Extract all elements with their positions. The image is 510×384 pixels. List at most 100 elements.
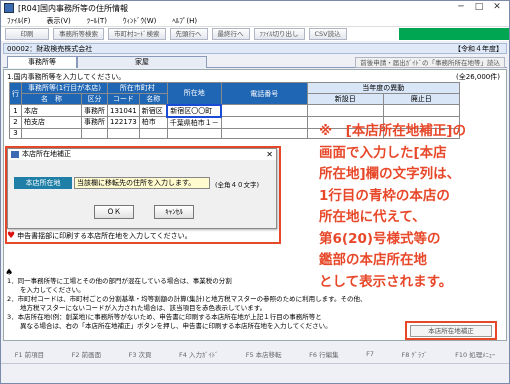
import-guide-button[interactable]: 前後申請・届出ｶﾞｲﾄﾞの「事務所所在地等」読込	[355, 57, 505, 68]
fkey-f8[interactable]: F8 ｸﾞﾗﾌﾞ	[401, 349, 427, 359]
city-cell[interactable]	[138, 127, 168, 139]
office-name-cell[interactable]	[21, 127, 82, 139]
menu-window[interactable]: ｳｨﾝﾄﾞｳ(W)	[123, 16, 156, 26]
company-name: 00002：財政検売株式会社	[7, 44, 93, 53]
app-icon	[4, 3, 14, 13]
office-name-cell[interactable]: 本店	[21, 104, 82, 117]
start-cell[interactable]	[306, 104, 384, 117]
fiscal-year: 【令和４年度】	[454, 44, 503, 53]
honten-button-highlight: 本店所在地補正	[405, 321, 497, 340]
code-cell[interactable]: 131041	[107, 104, 140, 117]
maximize-icon[interactable]: □	[471, 2, 487, 13]
fkey-f1[interactable]: F1 前項目	[15, 349, 44, 359]
note-line: 1．同一事務所等に工場とその他の部門が混在している場合は、事業税の分割	[7, 277, 232, 285]
callout-line: 鑑部の本店所在地	[319, 252, 427, 268]
phone-cell[interactable]	[220, 104, 308, 117]
callout-line: 画面で入力した[本店	[319, 144, 447, 161]
menu-tools[interactable]: ﾂｰﾙ(T)	[87, 16, 107, 26]
menu-help[interactable]: ﾍﾙﾌﾟ(H)	[172, 16, 197, 26]
dialog-close-icon[interactable]: ✕	[266, 149, 273, 160]
code-cell[interactable]	[107, 127, 140, 139]
cancel-button[interactable]: ｷｬﾝｾﾙ	[154, 205, 194, 219]
col-end: 廃止日	[382, 93, 460, 105]
row-no: 3	[9, 127, 22, 139]
char-limit-note: (全角４０文字)	[215, 181, 260, 189]
note-line: 2．市町村コードは、市町村ごとの分割基準・均等割額の計算(集計)と地方税マスター…	[7, 295, 367, 303]
col-code: コード	[107, 93, 140, 105]
record-count: (全26,000件)	[456, 73, 500, 81]
note-line: 3．本店所在地(例：創業地)に事務所等がないため、申告書に印刷する本店所在地が上…	[7, 313, 322, 321]
address-cell[interactable]	[166, 127, 222, 139]
hint-line: ♥ 申告書揺部に印刷する本店所在地を入力してください。	[7, 231, 192, 241]
window-title: [R04]国内事務所等の住所情報	[18, 3, 128, 13]
minimize-icon[interactable]: ─	[453, 2, 469, 13]
fkey-f6[interactable]: F6 行編集	[309, 349, 338, 359]
end-cell[interactable]	[382, 104, 460, 117]
address-cell[interactable]: 千葉県柏市１－	[166, 116, 222, 129]
fkey-f10[interactable]: F10 処理ﾒﾆｭｰ	[455, 349, 495, 359]
head-office-address-correction-button[interactable]: 本店所在地補正	[410, 325, 492, 337]
col-phone: 電話番号	[220, 82, 308, 105]
code-cell[interactable]: 122173	[107, 116, 140, 129]
col-change: 当年度の異動	[306, 82, 460, 94]
head-office-address-input[interactable]: 当該欄に移転先の住所を入力します。	[74, 177, 210, 189]
callout-line: 1行目の青枠の本店の	[319, 187, 450, 204]
city-cell[interactable]: 柏市	[138, 116, 168, 129]
fkey-f3[interactable]: F3 次頁	[129, 349, 152, 359]
col-city: 所在市町村	[107, 82, 168, 94]
city-cell[interactable]: 新宿区	[138, 104, 168, 117]
title-bar: [R04]国内事務所等の住所情報 ─ □ ✕	[1, 1, 509, 15]
head-office-address-cell[interactable]: 新宿区〇〇町	[166, 103, 223, 118]
tab-strip: 事務所等 家屋 前後申請・届出ｶﾞｲﾄﾞの「事務所所在地等」読込	[3, 56, 507, 68]
phone-cell[interactable]	[220, 127, 308, 139]
tab-offices[interactable]: 事務所等	[7, 56, 77, 68]
file-export-button[interactable]: ﾌｧｲﾙ切り出し	[253, 28, 305, 40]
menu-bar: ﾌｧｲﾙ(F) 表示(V) ﾂｰﾙ(T) ｳｨﾝﾄﾞｳ(W) ﾍﾙﾌﾟ(H)	[1, 15, 509, 27]
fkey-f5[interactable]: F5 本店移転	[246, 349, 282, 359]
col-kind: 区分	[81, 93, 108, 105]
tab-houses[interactable]: 家屋	[77, 56, 207, 68]
kind-cell[interactable]: 事務所	[81, 104, 108, 117]
instruction-text: 1.国内事務所等を入力してください。	[7, 73, 126, 81]
ok-button[interactable]: ＯＫ	[94, 205, 134, 219]
col-office: 事務所等(1行目が本店)	[21, 82, 108, 94]
function-key-bar: F1 前項目 F2 前画面 F3 次頁 F4 入力ｶﾞｲﾄﾞ F5 本店移転 F…	[1, 346, 509, 362]
dialog-field-label: 本店所在地	[14, 177, 72, 189]
print-button[interactable]: 印刷	[5, 28, 49, 40]
dialog-title: 本店所在地補正	[8, 149, 276, 160]
col-name: 名 称	[21, 93, 82, 105]
fkey-f7[interactable]: F7	[366, 350, 374, 358]
menu-view[interactable]: 表示(V)	[47, 16, 71, 26]
notes-panel: 1．同一事務所等に工場とその他の部門が混在している場合は、事業税の分割 を入力し…	[7, 277, 407, 331]
company-bar: 00002：財政検売株式会社 【令和４年度】	[3, 43, 507, 54]
fkey-f4[interactable]: F4 入力ｶﾞｲﾄﾞ	[179, 349, 218, 359]
kind-cell[interactable]: 事務所	[81, 116, 108, 129]
note-line: 異なる場合は、右の「本店所在地補正」ボタンを押し、申告書に印刷する本店所在地を入…	[7, 322, 332, 330]
callout-line: 所在地]欄の文字列は、	[319, 166, 461, 182]
csv-import-button[interactable]: CSV読込	[308, 28, 347, 40]
annotation-callout: ※ [本店所在地補正]の 画面で入力した[本店 所在地]欄の文字列は、 1行目の…	[319, 121, 507, 293]
col-row-no: 行	[9, 82, 22, 105]
callout-line: ※ [本店所在地補正]の	[319, 123, 466, 139]
kind-cell[interactable]	[81, 127, 108, 139]
office-search-button[interactable]: 事務所等検索	[53, 28, 104, 40]
hint-text: 申告書揺部に印刷する本店所在地を入力してください。	[17, 232, 192, 240]
phone-cell[interactable]	[220, 116, 308, 129]
col-city-name: 名称	[138, 93, 168, 105]
office-name-cell[interactable]: 柏支店	[21, 116, 82, 129]
first-row-button[interactable]: 先頭行へ	[169, 28, 208, 40]
app-window: [R04]国内事務所等の住所情報 ─ □ ✕ ﾌｧｲﾙ(F) 表示(V) ﾂｰﾙ…	[0, 0, 510, 384]
fkey-f2[interactable]: F2 前画面	[72, 349, 101, 359]
last-row-button[interactable]: 最終行へ	[211, 28, 250, 40]
city-code-search-button[interactable]: 市町村ｺｰﾄﾞ検索	[108, 28, 166, 40]
table-row[interactable]: 1 本店 事務所 131041 新宿区 新宿区〇〇町	[9, 103, 460, 118]
head-office-address-dialog: 本店所在地補正 ✕ 本店所在地 当該欄に移転先の住所を入力します。 (全角４０文…	[7, 148, 277, 229]
close-icon[interactable]: ✕	[489, 2, 505, 13]
toolbar: 印刷 事務所等検索 市町村ｺｰﾄﾞ検索 先頭行へ 最終行へ ﾌｧｲﾙ切り出し C…	[1, 27, 509, 41]
note-line: 地方税マスターにないコードが入力された場合は、該当項目を赤色表示しています。	[7, 304, 267, 312]
menu-file[interactable]: ﾌｧｲﾙ(F)	[7, 16, 31, 26]
row-no: 2	[9, 116, 22, 129]
row-no: 1	[9, 104, 22, 117]
note-line: を入力してください。	[7, 286, 85, 294]
accent-bar	[399, 28, 509, 40]
